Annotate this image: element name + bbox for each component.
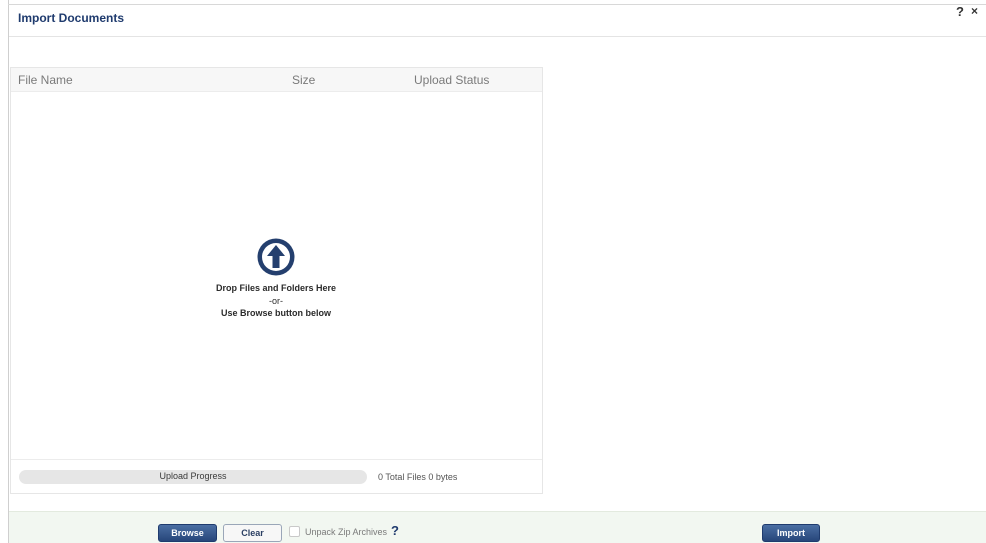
dialog-footer: Browse Clear Unpack Zip Archives ? Impor… [9,511,986,543]
column-header-file-name[interactable]: File Name [18,73,73,87]
column-header-size[interactable]: Size [292,73,315,87]
upload-arrow-circle-icon [257,238,295,276]
close-icon[interactable]: × [971,4,978,18]
file-drop-zone[interactable]: Drop Files and Folders Here -or- Use Bro… [11,92,542,459]
upload-progress-bar: Upload Progress [19,470,367,484]
unpack-zip-label[interactable]: Unpack Zip Archives [305,527,387,537]
file-list-header: File Name Size Upload Status [11,68,542,92]
drop-instructions: Drop Files and Folders Here -or- Use Bro… [126,282,426,320]
drop-instructions-or: -or- [269,295,283,306]
browse-button[interactable]: Browse [158,524,217,542]
dialog-title: Import Documents [18,11,125,25]
column-header-upload-status[interactable]: Upload Status [414,73,489,87]
progress-row: Upload Progress 0 Total Files 0 bytes [11,459,542,493]
dialog-left-border [8,0,9,543]
file-list-panel: File Name Size Upload Status Drop Files … [10,67,543,494]
import-documents-dialog: Import Documents ? × File Name Size Uplo… [0,0,986,543]
drop-instructions-line3: Use Browse button below [220,308,331,318]
import-button[interactable]: Import [762,524,820,542]
unpack-zip-checkbox[interactable] [289,526,300,537]
dialog-header: Import Documents [9,5,986,37]
clear-button[interactable]: Clear [223,524,282,542]
total-files-summary: 0 Total Files 0 bytes [378,472,458,482]
drop-instructions-line1: Drop Files and Folders Here [215,283,337,293]
upload-progress-label: Upload Progress [159,471,227,481]
unpack-help-icon[interactable]: ? [391,523,399,538]
help-icon[interactable]: ? [956,4,964,19]
